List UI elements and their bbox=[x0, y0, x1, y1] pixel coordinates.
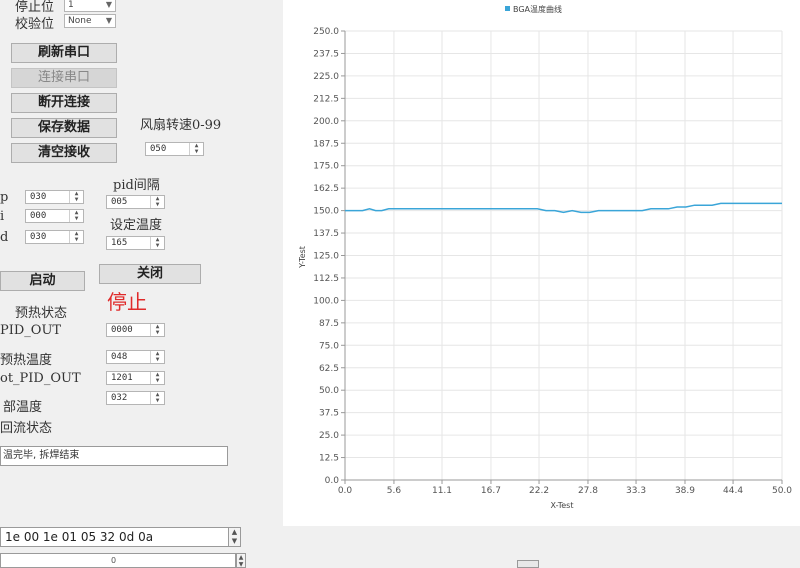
y-tick-label: 75.0 bbox=[319, 341, 339, 351]
set-temp-label: 设定温度 bbox=[110, 218, 163, 233]
temperature-chart: 0.0 12.5 25.0 37.5 50.0 62.5 75.0 87.5 100.0 112.… bbox=[298, 4, 792, 510]
y-tick-label: 100.0 bbox=[313, 296, 339, 306]
y-tick-label: 150.0 bbox=[313, 207, 339, 217]
y-tick-label: 187.5 bbox=[313, 139, 339, 149]
spin-arrows-icon[interactable]: ▲ ▼ bbox=[150, 351, 164, 363]
x-tick-label: 33.3 bbox=[626, 486, 646, 496]
y-tick-label: 212.5 bbox=[313, 94, 339, 104]
y-tick-label: 87.5 bbox=[319, 319, 339, 329]
legend-text: BGA温度曲线 bbox=[513, 4, 562, 14]
x-axis-label: X-Test bbox=[551, 501, 574, 510]
y-tick-label: 175.0 bbox=[313, 162, 339, 172]
spin-arrows-icon[interactable]: ▲ ▼ bbox=[189, 143, 203, 155]
y-axis-label: Y-Test bbox=[298, 246, 307, 269]
spin-arrows-icon[interactable]: ▲ ▼ bbox=[150, 196, 164, 208]
spin-arrows-icon[interactable]: ▲ ▼ bbox=[69, 210, 83, 222]
reflow-state-label: 回流状态 bbox=[0, 421, 53, 436]
x-tick-label: 16.7 bbox=[481, 486, 501, 496]
parity-label: 校验位 bbox=[15, 17, 55, 32]
stop-bits-select[interactable]: 1 ▼ bbox=[64, 0, 116, 12]
y-tick-label: 137.5 bbox=[313, 229, 339, 239]
send-hex-field[interactable]: 1e 00 1e 01 05 32 0d 0a bbox=[0, 527, 229, 547]
pid-d-label: d bbox=[0, 230, 9, 245]
spin-arrows-icon[interactable]: ▲ ▼ bbox=[150, 324, 164, 336]
preheat-temp-label: 预热温度 bbox=[0, 353, 53, 368]
x-tick-label: 38.9 bbox=[675, 486, 695, 496]
x-tick-label: 11.1 bbox=[432, 486, 452, 496]
x-tick-label: 22.2 bbox=[529, 486, 549, 496]
hot-pid-out-label: ot_PID_OUT bbox=[0, 371, 81, 386]
connect-port-button[interactable]: 连接串口 bbox=[11, 68, 117, 88]
y-tick-label: 112.5 bbox=[313, 274, 339, 284]
save-data-button[interactable]: 保存数据 bbox=[11, 118, 117, 138]
y-tick-label: 200.0 bbox=[313, 117, 339, 127]
fan-speed-label: 风扇转速0-99 bbox=[140, 118, 222, 133]
spin-arrows-icon[interactable]: ▲ ▼ bbox=[150, 372, 164, 384]
pid-interval-spinbox[interactable]: 005 ▲ ▼ bbox=[106, 195, 165, 209]
y-tick-label: 62.5 bbox=[319, 364, 339, 374]
refresh-port-button[interactable]: 刷新串口 bbox=[11, 43, 117, 63]
counter-field[interactable]: 0 bbox=[0, 553, 236, 568]
x-tick-label: 5.6 bbox=[387, 486, 402, 496]
counter-spin-arrows-icon[interactable]: ▲ ▼ bbox=[236, 553, 246, 568]
y-tick-label: 0.0 bbox=[325, 476, 340, 486]
pid-d-spinbox[interactable]: 030 ▲ ▼ bbox=[25, 230, 84, 244]
set-temp-spinbox[interactable]: 165 ▲ ▼ bbox=[106, 236, 165, 250]
status-message-field[interactable]: 温完毕, 拆焊结束 bbox=[0, 446, 228, 466]
x-tick-label: 50.0 bbox=[772, 486, 792, 496]
parity-select[interactable]: None ▼ bbox=[64, 14, 116, 28]
x-tick-label: 0.0 bbox=[338, 486, 353, 496]
y-tick-label: 237.5 bbox=[313, 49, 339, 59]
x-tick-label: 44.4 bbox=[723, 486, 743, 496]
pid-i-label: i bbox=[0, 209, 5, 224]
pid-p-label: p bbox=[0, 190, 9, 205]
pid-interval-label: pid间隔 bbox=[113, 178, 160, 193]
scroll-handle[interactable] bbox=[517, 560, 539, 568]
pid-i-spinbox[interactable]: 000 ▲ ▼ bbox=[25, 209, 84, 223]
chart-grid bbox=[344, 30, 783, 481]
y-tick-label: 12.5 bbox=[319, 454, 339, 464]
run-state-text: 停止 bbox=[107, 290, 147, 314]
start-button[interactable]: 启动 bbox=[0, 271, 85, 291]
pid-p-spinbox[interactable]: 030 ▲ ▼ bbox=[25, 190, 84, 204]
fan-speed-spinbox[interactable]: 050 ▲ ▼ bbox=[145, 142, 204, 156]
close-button[interactable]: 关闭 bbox=[99, 264, 201, 284]
preheat-state-label: 预热状态 bbox=[15, 306, 68, 321]
chevron-down-icon: ▼ bbox=[105, 0, 112, 9]
spin-arrows-icon[interactable]: ▲ ▼ bbox=[69, 231, 83, 243]
chevron-down-icon: ▼ bbox=[105, 16, 112, 25]
spin-arrows-icon[interactable]: ▲ ▼ bbox=[150, 237, 164, 249]
y-tick-label: 162.5 bbox=[313, 184, 339, 194]
y-tick-label: 25.0 bbox=[319, 431, 339, 441]
hot-pid-out-spinbox[interactable]: 1201 ▲ ▼ bbox=[106, 371, 165, 385]
y-tick-label: 125.0 bbox=[313, 252, 339, 262]
clear-receive-button[interactable]: 清空接收 bbox=[11, 143, 117, 163]
chart-panel: 0.0 12.5 25.0 37.5 50.0 62.5 75.0 87.5 100.0 112.… bbox=[283, 0, 800, 526]
legend-swatch bbox=[505, 6, 510, 11]
send-spin-arrows-icon[interactable]: ▲ ▼ bbox=[228, 527, 241, 547]
x-tick-label: 27.8 bbox=[578, 486, 598, 496]
y-tick-label: 50.0 bbox=[319, 386, 339, 396]
pid-out-spinbox[interactable]: 0000 ▲ ▼ bbox=[106, 323, 165, 337]
x-axis-ticks: 0.0 5.6 11.1 16.7 22.2 27.8 33.3 38.9 44.4 50.0 bbox=[338, 480, 792, 496]
top-temp-spinbox[interactable]: 032 ▲ ▼ bbox=[106, 391, 165, 405]
spin-arrows-icon[interactable]: ▲ ▼ bbox=[150, 392, 164, 404]
preheat-temp-spinbox[interactable]: 048 ▲ ▼ bbox=[106, 350, 165, 364]
y-tick-label: 250.0 bbox=[313, 27, 339, 37]
y-tick-label: 225.0 bbox=[313, 72, 339, 82]
top-temp-label: 部温度 bbox=[3, 400, 43, 415]
y-tick-label: 37.5 bbox=[319, 409, 339, 419]
disconnect-button[interactable]: 断开连接 bbox=[11, 93, 117, 113]
y-axis-ticks: 0.0 12.5 25.0 37.5 50.0 62.5 75.0 87.5 100.0 112.… bbox=[313, 27, 345, 486]
pid-out-label: PID_OUT bbox=[0, 323, 62, 338]
spin-arrows-icon[interactable]: ▲ ▼ bbox=[69, 191, 83, 203]
